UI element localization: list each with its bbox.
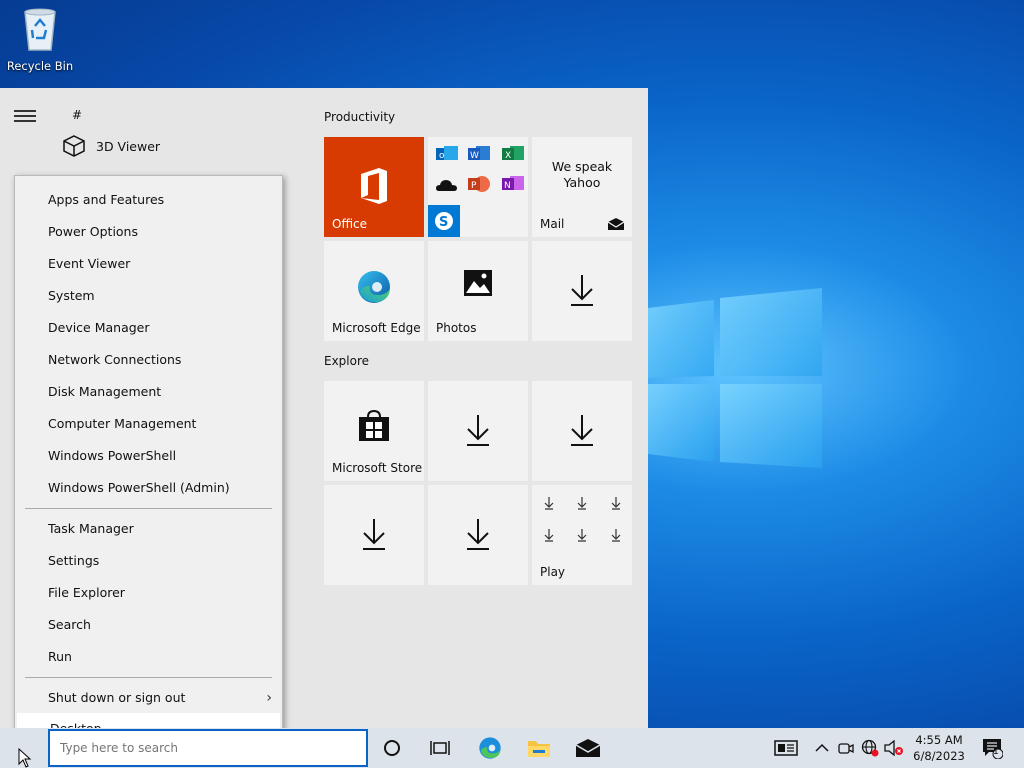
tile-mail-label: Mail [540,217,565,231]
hamburger-icon[interactable] [14,110,36,124]
taskbar-search-box[interactable] [48,729,368,767]
cortana-icon[interactable] [380,736,404,760]
tile-download-pending-1[interactable] [532,241,632,341]
svg-text:X: X [505,151,511,161]
menu-search[interactable]: Search [15,609,282,641]
tile-download-pending-4[interactable] [324,485,424,585]
tile-photos[interactable]: Photos [428,241,528,341]
onenote-icon: N [502,176,524,191]
search-input[interactable] [50,731,366,765]
download-arrow-icon [571,275,593,306]
svg-text:o: o [439,151,445,161]
mouse-cursor-icon [18,748,32,768]
menu-device-manager[interactable]: Device Manager [15,312,282,344]
task-view-icon[interactable] [428,736,452,760]
tile-microsoft-store[interactable]: Microsoft Store [324,381,424,481]
tile-microsoft-edge[interactable]: Microsoft Edge [324,241,424,341]
svg-text:W: W [470,151,479,161]
action-center-icon[interactable]: 1 [980,736,1004,760]
news-and-interests-icon[interactable] [774,736,798,760]
chevron-right-icon: › [266,690,272,706]
mail-icon [608,218,624,230]
download-arrow-icon [467,415,489,446]
mini-download-icons [544,497,621,542]
menu-settings[interactable]: Settings [15,545,282,577]
tile-microsoft-edge-label: Microsoft Edge [332,321,421,335]
recycle-bin-icon [24,8,56,51]
menu-shut-down-or-sign-out[interactable]: Shut down or sign out › [15,682,282,714]
menu-computer-management[interactable]: Computer Management [15,408,282,440]
tile-photos-label: Photos [436,321,477,335]
photos-icon [464,270,492,296]
tile-mail[interactable]: We speak Yahoo Mail [532,137,632,237]
download-arrow-icon [363,519,385,550]
onedrive-icon [436,180,457,191]
menu-system[interactable]: System [15,280,282,312]
menu-disk-management[interactable]: Disk Management [15,376,282,408]
clock-time: 4:55 AM [915,733,963,747]
word-icon: W [468,146,490,161]
app-3d-viewer[interactable]: 3D Viewer [62,134,160,158]
menu-apps-and-features[interactable]: Apps and Features [15,184,282,216]
cube-icon [63,135,85,157]
file-explorer-icon[interactable] [527,736,551,760]
tile-download-pending-2[interactable] [428,381,528,481]
menu-separator [25,508,272,509]
edge-icon [358,271,390,303]
tile-download-pending-3[interactable] [532,381,632,481]
office-icon [361,168,387,204]
tile-play-label: Play [540,565,566,579]
menu-file-explorer[interactable]: File Explorer [15,577,282,609]
powerpoint-icon: P [468,176,490,192]
tile-download-pending-5[interactable] [428,485,528,585]
app-list-header[interactable]: # [72,108,82,122]
clock-date: 6/8/2023 [913,749,965,763]
group-explore[interactable]: Explore [324,354,369,368]
menu-task-manager[interactable]: Task Manager [15,513,282,545]
menu-event-viewer[interactable]: Event Viewer [15,248,282,280]
store-icon [359,409,389,441]
tile-play-folder[interactable]: Play [532,485,632,585]
mail-taskbar-icon[interactable] [576,736,600,760]
menu-run[interactable]: Run [15,641,282,673]
app-3d-viewer-label: 3D Viewer [96,138,161,154]
edge-taskbar-icon[interactable] [478,736,502,760]
meet-now-icon[interactable] [834,736,858,760]
recycle-bin[interactable]: Recycle Bin [4,6,76,73]
taskbar: 4:55 AM 6/8/2023 1 [0,728,1024,768]
system-clock[interactable]: 4:55 AM 6/8/2023 [908,732,970,764]
chevron-up-icon[interactable] [810,736,834,760]
windows-logo-wallpaper [648,288,822,468]
menu-network-connections[interactable]: Network Connections [15,344,282,376]
tile-office[interactable]: Office [324,137,424,237]
tile-office-label: Office [332,217,368,231]
tile-office-apps-folder[interactable]: o W X P N S [428,137,528,237]
excel-icon: X [502,146,524,161]
menu-windows-powershell[interactable]: Windows PowerShell [15,440,282,472]
outlook-icon: o [436,146,458,161]
recycle-bin-label: Recycle Bin [6,59,74,73]
notification-count-badge: 1 [993,747,999,757]
network-globe-icon[interactable] [858,736,882,760]
skype-icon: S [428,205,460,237]
download-arrow-icon [571,415,593,446]
menu-separator [25,677,272,678]
group-productivity[interactable]: Productivity [324,110,395,124]
power-user-context-menu: Apps and Features Power Options Event Vi… [14,175,283,747]
tile-microsoft-store-label: Microsoft Store [332,461,423,475]
volume-muted-icon[interactable] [882,736,906,760]
menu-shut-down-label: Shut down or sign out [48,690,186,705]
menu-power-options[interactable]: Power Options [15,216,282,248]
svg-text:P: P [471,181,477,191]
menu-windows-powershell-admin[interactable]: Windows PowerShell (Admin) [15,472,282,504]
svg-text:S: S [439,215,448,230]
svg-text:N: N [504,181,511,191]
tile-mail-promo: We speak Yahoo [551,159,613,190]
download-arrow-icon [467,519,489,550]
